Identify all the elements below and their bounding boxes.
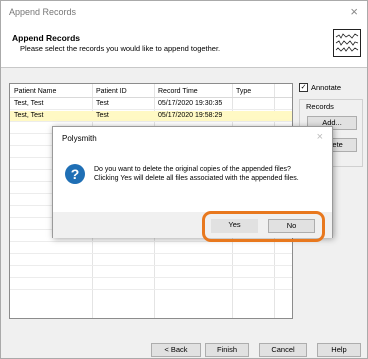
column-header-record-time[interactable]: Record Time	[158, 88, 198, 95]
empty-row	[10, 243, 292, 254]
dialog-message: Do you want to delete the original copie…	[94, 166, 319, 183]
finish-button[interactable]: Finish	[205, 343, 249, 357]
cell-record-time: 05/17/2020 19:30:35	[158, 100, 223, 107]
back-button[interactable]: < Back	[151, 343, 201, 357]
dialog-title: Polysmith	[62, 134, 97, 143]
cell-patient-name: Test, Test	[14, 100, 44, 107]
cancel-button[interactable]: Cancel	[259, 343, 307, 357]
empty-row	[10, 267, 292, 278]
cell-patient-id: Test	[96, 100, 109, 107]
title-bar: Append Records ×	[1, 1, 367, 23]
buttons-highlight-annotation	[202, 211, 325, 242]
header-subtitle: Please select the records you would like…	[20, 44, 221, 53]
window-title: Append Records	[9, 7, 77, 17]
wizard-header: Append Records Please select the records…	[1, 23, 367, 68]
cell-patient-id: Test	[96, 112, 109, 119]
records-group-label: Records	[306, 102, 334, 111]
cell-record-time: 05/17/2020 19:58:29	[158, 112, 223, 119]
empty-row	[10, 255, 292, 266]
table-header: Patient Name Patient ID Record Time Type	[10, 84, 292, 98]
table-row[interactable]: Test, Test Test 05/17/2020 19:30:35	[10, 99, 292, 110]
cell-patient-name: Test, Test	[14, 112, 44, 119]
column-header-type[interactable]: Type	[236, 88, 251, 95]
column-header-patient-name[interactable]: Patient Name	[14, 88, 56, 95]
empty-row	[10, 279, 292, 290]
header-title: Append Records	[12, 33, 81, 43]
dialog-close-icon[interactable]: ×	[317, 131, 323, 143]
question-icon: ?	[65, 164, 85, 184]
dialog-message-line-1: Do you want to delete the original copie…	[94, 166, 291, 173]
dialog-message-line-2: Clicking Yes will delete all files assoc…	[94, 174, 299, 182]
window-close-icon[interactable]: ×	[350, 4, 358, 19]
annotate-label: Annotate	[311, 83, 342, 92]
column-header-patient-id[interactable]: Patient ID	[96, 88, 127, 95]
table-row-selected[interactable]: Test, Test Test 05/17/2020 19:58:29	[10, 111, 292, 122]
waveform-icon	[333, 29, 361, 57]
help-button[interactable]: Help	[317, 343, 361, 357]
annotate-checkbox[interactable]: ✓	[299, 83, 308, 92]
